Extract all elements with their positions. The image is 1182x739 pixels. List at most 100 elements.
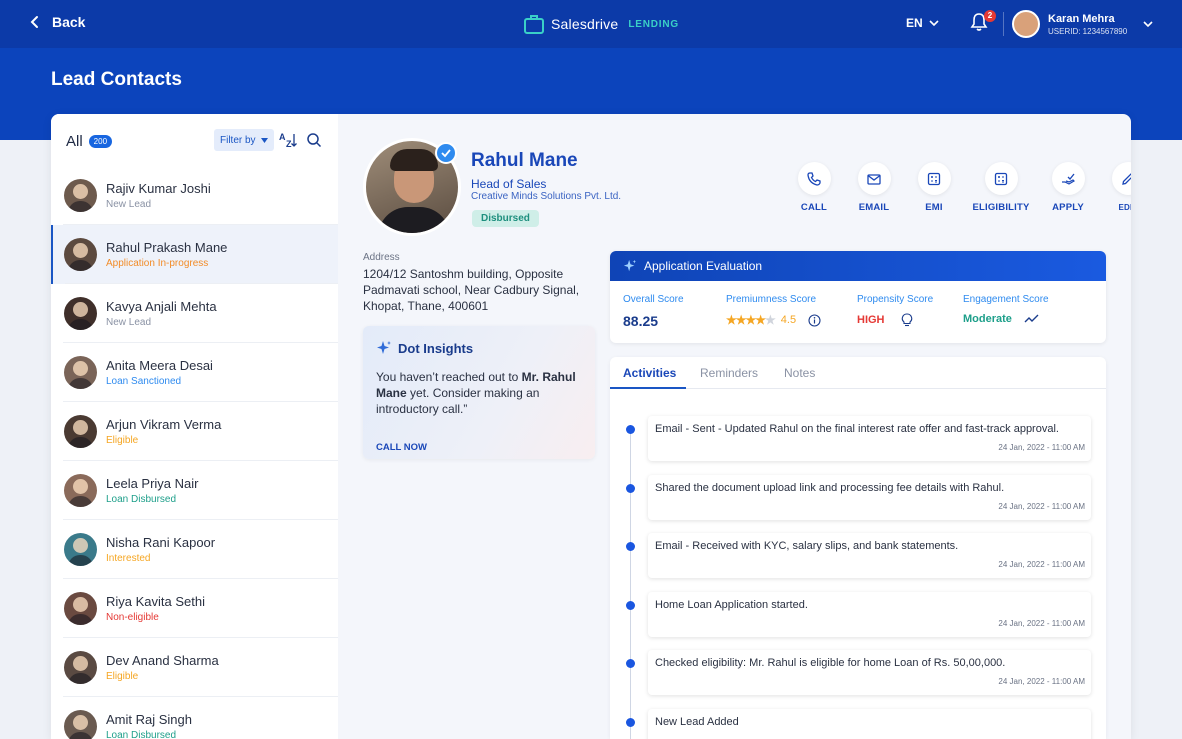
notifications-button[interactable]: 2 (970, 10, 996, 36)
lead-sidebar: All 200 Filter by A Z Rajiv Kumar Joshi N… (51, 114, 338, 739)
phone-icon (807, 171, 821, 186)
all-label: All (66, 133, 83, 150)
activity-item[interactable]: Checked eligibility: Mr. Rahul is eligib… (648, 650, 1091, 695)
lead-list-item[interactable]: Leela Priya Nair Loan Disbursed (51, 461, 338, 520)
lead-status: Loan Disbursed (106, 730, 177, 739)
lead-name: Dev Anand Sharma (106, 653, 219, 668)
activity-item[interactable]: Home Loan Application started. 24 Jan, 20… (648, 591, 1091, 637)
address-text: 1204/12 Santoshm building, Opposite Padm… (363, 267, 580, 313)
overall-score: Overall Score 88.25 (623, 294, 684, 329)
notification-badge: 2 (984, 10, 996, 22)
call-button[interactable]: CALL (787, 162, 841, 213)
bulb-icon (901, 313, 912, 327)
brand-name: Salesdrive (551, 16, 619, 32)
action-buttons: CALL EMAIL EMI ELIGIBILITY APPLY EDIT (787, 162, 1131, 213)
engagement-score: Engagement Score Moderate (963, 294, 1049, 325)
insights-card: Dot Insights You haven’t reached out to … (363, 326, 595, 459)
sparkle-icon (377, 341, 391, 354)
edit-button[interactable]: EDIT (1101, 162, 1131, 213)
profile-role: Head of Sales (471, 177, 547, 191)
avatar (64, 710, 97, 739)
back-label: Back (52, 14, 86, 30)
timeline-line (630, 425, 631, 739)
lead-list-item[interactable]: Kavya Anjali Mehta New Lead (51, 284, 338, 343)
insights-text: You haven’t reached out to Mr. Rahul Man… (376, 369, 586, 417)
avatar (1012, 10, 1040, 38)
edit-label: EDIT (1118, 203, 1131, 212)
propensity-label: Propensity Score (857, 294, 934, 305)
lead-name: Rajiv Kumar Joshi (106, 181, 211, 196)
evaluation-card: Application Evaluation Overall Score 88.… (610, 251, 1106, 343)
divider (1003, 12, 1004, 36)
all-tab[interactable]: All 200 (66, 133, 113, 150)
lead-list-item[interactable]: Arjun Vikram Verma Eligible (51, 402, 338, 461)
activity-text: Email - Sent - Updated Rahul on the fina… (655, 423, 1059, 435)
lead-name: Riya Kavita Sethi (106, 594, 205, 609)
avatar (64, 179, 97, 212)
hand-money-icon (1062, 173, 1075, 185)
engagement-value: Moderate (963, 313, 1012, 325)
lead-status: Loan Sanctioned (106, 376, 182, 387)
avatar (64, 533, 97, 566)
brand-logo: Salesdrive LENDING (523, 13, 679, 35)
sort-az-icon[interactable]: A Z (278, 131, 298, 149)
language-label: EN (906, 16, 923, 30)
avatar (64, 651, 97, 684)
top-bar: Back Salesdrive LENDING EN 2 Karan Mehra… (0, 0, 1182, 48)
activity-text: New Lead Added (655, 715, 739, 728)
premiumness-value: 4.5 (780, 314, 797, 326)
lead-list-item[interactable]: Rahul Prakash Mane Application In-progres… (51, 225, 338, 284)
lead-list-item[interactable]: Rajiv Kumar Joshi New Lead (51, 166, 338, 225)
lead-status: Interested (106, 553, 151, 564)
tab-notes[interactable]: Notes (784, 366, 815, 380)
apply-button[interactable]: APPLY (1041, 162, 1095, 213)
activity-item[interactable]: Email - Sent - Updated Rahul on the fina… (648, 416, 1091, 461)
page-title: Lead Contacts (51, 69, 182, 90)
brand-sub: LENDING (628, 18, 679, 30)
lead-list-item[interactable]: Nisha Rani Kapoor Interested (51, 520, 338, 579)
user-id: USERID: 1234567890 (1048, 26, 1128, 36)
lead-name: Arjun Vikram Verma (106, 417, 222, 432)
activity-item[interactable]: Email - Received with KYC, salary slips,… (648, 533, 1091, 578)
lead-name: Anita Meera Desai (106, 358, 213, 373)
lead-list-item[interactable]: Riya Kavita Sethi Non-eligible (51, 579, 338, 638)
activity-text: Shared the document upload link and proc… (655, 481, 1005, 494)
chevron-down-icon (929, 20, 939, 27)
call-now-link[interactable]: CALL NOW (376, 442, 427, 453)
evaluation-title: Application Evaluation (644, 259, 763, 273)
activity-item[interactable]: New Lead Added (648, 708, 1091, 739)
info-icon[interactable] (808, 313, 821, 327)
user-name: Karan Mehra (1048, 12, 1115, 25)
tab-reminders[interactable]: Reminders (700, 366, 758, 380)
eligibility-label: ELIGIBILITY (972, 202, 1030, 213)
mail-icon (867, 173, 881, 185)
language-selector[interactable]: EN (906, 16, 939, 30)
chevron-left-icon (30, 16, 38, 28)
timeline-dot (626, 542, 635, 551)
lead-list-item[interactable]: Amit Raj Singh Loan Disbursed (51, 697, 338, 739)
avatar (64, 297, 97, 330)
search-icon[interactable] (306, 132, 322, 148)
filter-dropdown[interactable]: Filter by (214, 129, 274, 151)
user-menu[interactable]: Karan Mehra USERID: 1234567890 (1012, 10, 1153, 38)
activity-item[interactable]: Shared the document upload link and proc… (648, 474, 1091, 520)
tab-activities[interactable]: Activities (623, 366, 676, 380)
lead-list-item[interactable]: Dev Anand Sharma Eligible (51, 638, 338, 697)
activity-date: 24 Jan, 2022 - 11:00 AM (998, 501, 1085, 511)
email-button[interactable]: EMAIL (847, 162, 901, 213)
lead-status: New Lead (106, 199, 152, 210)
lead-list-item[interactable]: Anita Meera Desai Loan Sanctioned (51, 343, 338, 402)
propensity-score: Propensity Score HIGH (857, 294, 933, 327)
emi-button[interactable]: EMI (907, 162, 961, 213)
back-button[interactable]: Back (28, 14, 85, 30)
lead-status: Eligible (106, 435, 139, 446)
timeline-dot (626, 600, 635, 610)
propensity-value: HIGH (857, 314, 885, 326)
apply-label: APPLY (1052, 202, 1084, 213)
trend-icon (1024, 314, 1039, 323)
lead-status: Eligible (106, 671, 139, 682)
email-label: EMAIL (858, 202, 890, 213)
eligibility-button[interactable]: ELIGIBILITY (967, 162, 1035, 213)
star-rating-icon: ★★★★★ (726, 313, 776, 327)
caret-down-icon (260, 137, 268, 143)
